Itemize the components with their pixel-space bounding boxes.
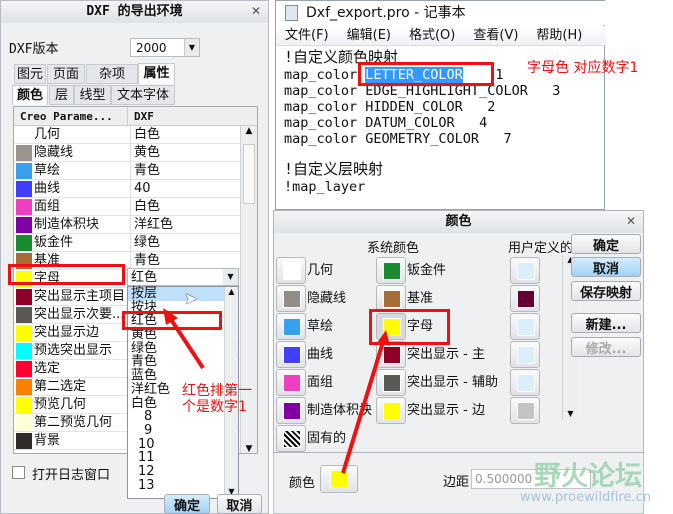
arrow-head (377, 330, 390, 346)
arrow-head (163, 308, 178, 325)
red-arrow (341, 341, 385, 474)
arrow-overlay (163, 308, 390, 474)
red-arrow (168, 316, 205, 370)
